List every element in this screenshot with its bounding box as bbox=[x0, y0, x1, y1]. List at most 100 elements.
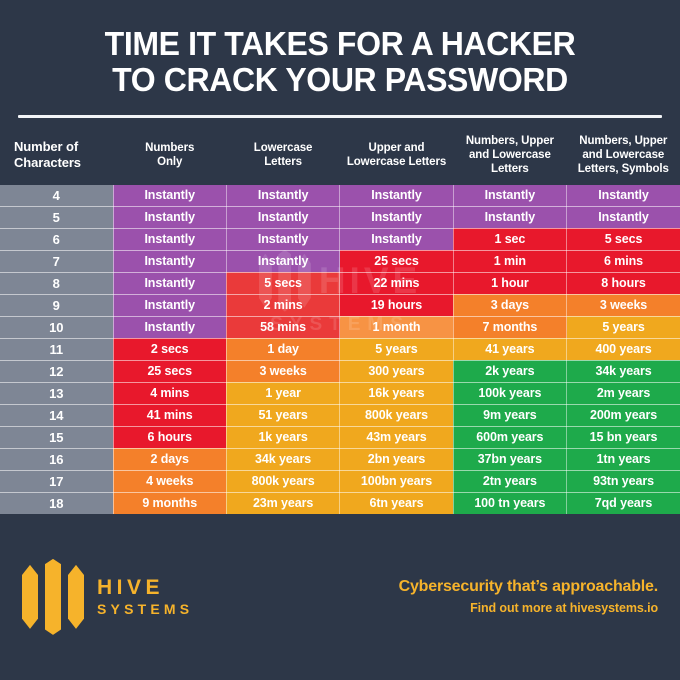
table-row: 12 25 secs 3 weeks 300 years 2k years 34k yea… bbox=[0, 360, 680, 383]
column-header-line: Numbers, Upper bbox=[465, 134, 554, 147]
title-divider bbox=[18, 114, 662, 118]
crack-time-cell: 2 secs bbox=[113, 338, 227, 361]
column-header-4: Numbers, Upper and Lowercase Letters bbox=[453, 127, 567, 185]
crack-time-cell: Instantly bbox=[113, 294, 227, 317]
crack-time-cell: 400 years bbox=[566, 338, 680, 361]
column-header-5: Numbers, Upper and Lowercase Letters, Symb… bbox=[566, 127, 680, 185]
crack-time-cell: 22 mins bbox=[339, 272, 454, 295]
column-header-3: Upper and Lowercase Letters bbox=[339, 127, 454, 185]
crack-time-cell: Instantly bbox=[453, 206, 568, 229]
crack-time-cell: 1 min bbox=[453, 250, 568, 273]
crack-time-cell: 6tn years bbox=[339, 492, 454, 514]
brand-name: HIVE SYSTEMS bbox=[97, 575, 193, 619]
row-character-count: 6 bbox=[0, 228, 114, 251]
crack-time-cell: Instantly bbox=[566, 206, 680, 229]
data-table-wrapper: HIVE SYSTEMS Number ofCharactersNumbersO… bbox=[0, 127, 680, 514]
crack-time-cell: Instantly bbox=[113, 316, 227, 339]
crack-time-cell: 100 tn years bbox=[453, 492, 568, 514]
crack-time-cell: 4 mins bbox=[113, 382, 227, 405]
row-character-count: 16 bbox=[0, 448, 114, 471]
crack-time-cell: 3 weeks bbox=[566, 294, 680, 317]
table-header-row: Number of Characters Numbers Only Lowercase L… bbox=[0, 127, 680, 185]
crack-time-cell: 9m years bbox=[453, 404, 568, 427]
column-header-line: and Lowercase bbox=[582, 148, 665, 161]
crack-time-cell: 34k years bbox=[226, 448, 341, 471]
crack-time-cell: 1 year bbox=[226, 382, 341, 405]
crack-time-cell: Instantly bbox=[113, 206, 227, 229]
crack-time-cell: 2bn years bbox=[339, 448, 454, 471]
column-header-line: and Lowercase bbox=[468, 148, 551, 161]
crack-time-cell: 19 hours bbox=[339, 294, 454, 317]
row-character-count: 7 bbox=[0, 250, 114, 273]
crack-time-cell: 5 years bbox=[566, 316, 680, 339]
column-header-line: Lowercase Letters bbox=[346, 155, 447, 168]
crack-time-cell: 200m years bbox=[566, 404, 680, 427]
brand-name-line-2: SYSTEMS bbox=[97, 601, 194, 618]
title-block: TIME IT TAKES FOR A HACKER TO CRACK YOUR… bbox=[0, 0, 680, 99]
row-character-count: 10 bbox=[0, 316, 114, 339]
row-character-count: 17 bbox=[0, 470, 114, 493]
row-character-count: 11 bbox=[0, 338, 114, 361]
row-character-count: 5 bbox=[0, 206, 114, 229]
footer: HIVE SYSTEMS Cybersecurity that’s approa… bbox=[0, 514, 680, 680]
crack-time-cell: 6 hours bbox=[113, 426, 227, 449]
table-header: Number of Characters Numbers Only Lowercase L… bbox=[0, 127, 680, 185]
table-row: 7 Instantly Instantly 25 secs 1 min 6 mins bbox=[0, 250, 680, 273]
crack-time-cell: 5 years bbox=[339, 338, 454, 361]
crack-time-cell: Instantly bbox=[113, 250, 227, 273]
crack-time-cell: 34k years bbox=[566, 360, 680, 383]
crack-time-cell: 25 secs bbox=[339, 250, 454, 273]
table-row: 18 9 months 23m years 6tn years 100 tn years… bbox=[0, 492, 680, 514]
table-row: 14 41 mins 51 years 800k years 9m years 200m … bbox=[0, 404, 680, 427]
column-header-line: Only bbox=[157, 155, 183, 168]
crack-time-cell: 1tn years bbox=[566, 448, 680, 471]
row-character-count: 9 bbox=[0, 294, 114, 317]
table-row: 10 Instantly 58 mins 1 month 7 months 5 years bbox=[0, 316, 680, 339]
column-header-line: Number of bbox=[14, 138, 79, 154]
table-row: 11 2 secs 1 day 5 years 41 years 400 years bbox=[0, 338, 680, 361]
table-row: 13 4 mins 1 year 16k years 100k years 2m year… bbox=[0, 382, 680, 405]
crack-time-cell: Instantly bbox=[113, 272, 227, 295]
crack-time-cell: 37bn years bbox=[453, 448, 568, 471]
crack-time-table: Number of Characters Numbers Only Lowercase L… bbox=[0, 127, 680, 514]
crack-time-cell: 3 days bbox=[453, 294, 568, 317]
crack-time-cell: 1 hour bbox=[453, 272, 568, 295]
crack-time-cell: 2 mins bbox=[226, 294, 341, 317]
crack-time-cell: 43m years bbox=[339, 426, 454, 449]
crack-time-cell: 1 month bbox=[339, 316, 454, 339]
crack-time-cell: Instantly bbox=[226, 206, 341, 229]
crack-time-cell: Instantly bbox=[226, 228, 341, 251]
crack-time-cell: Instantly bbox=[566, 184, 680, 207]
crack-time-cell: 2k years bbox=[453, 360, 568, 383]
table-row: 15 6 hours 1k years 43m years 600m years 15 b… bbox=[0, 426, 680, 449]
column-header-1: Numbers Only bbox=[113, 127, 227, 185]
column-header-0: Number of Characters bbox=[0, 127, 113, 185]
crack-time-cell: 4 weeks bbox=[113, 470, 227, 493]
brand-block: HIVE SYSTEMS bbox=[22, 558, 193, 635]
crack-time-cell: 25 secs bbox=[113, 360, 227, 383]
row-character-count: 13 bbox=[0, 382, 114, 405]
crack-time-cell: 1 sec bbox=[453, 228, 568, 251]
crack-time-cell: Instantly bbox=[226, 184, 341, 207]
crack-time-cell: 51 years bbox=[226, 404, 341, 427]
crack-time-cell: 7qd years bbox=[566, 492, 680, 514]
column-header-line: Letters bbox=[264, 155, 302, 168]
row-character-count: 18 bbox=[0, 492, 114, 514]
crack-time-cell: 2 days bbox=[113, 448, 227, 471]
crack-time-cell: 58 mins bbox=[226, 316, 341, 339]
crack-time-cell: 8 hours bbox=[566, 272, 680, 295]
row-character-count: 12 bbox=[0, 360, 114, 383]
column-header-line: Numbers bbox=[145, 141, 195, 154]
crack-time-cell: 2m years bbox=[566, 382, 680, 405]
website-url-text[interactable]: Find out more at hivesystems.io bbox=[399, 601, 658, 615]
crack-time-cell: 800k years bbox=[339, 404, 454, 427]
crack-time-cell: 15 bn years bbox=[566, 426, 680, 449]
table-row: 6 Instantly Instantly Instantly 1 sec 5 secs bbox=[0, 228, 680, 251]
page-title-line-1: TIME IT TAKES FOR A HACKER bbox=[104, 25, 576, 62]
row-character-count: 4 bbox=[0, 184, 114, 207]
crack-time-cell: 16k years bbox=[339, 382, 454, 405]
table-row: 8 Instantly 5 secs 22 mins 1 hour 8 hours bbox=[0, 272, 680, 295]
tagline-text: Cybersecurity that’s approachable. bbox=[398, 578, 659, 596]
brand-name-line-1: HIVE bbox=[97, 575, 165, 599]
column-header-2: Lowercase Letters bbox=[226, 127, 340, 185]
